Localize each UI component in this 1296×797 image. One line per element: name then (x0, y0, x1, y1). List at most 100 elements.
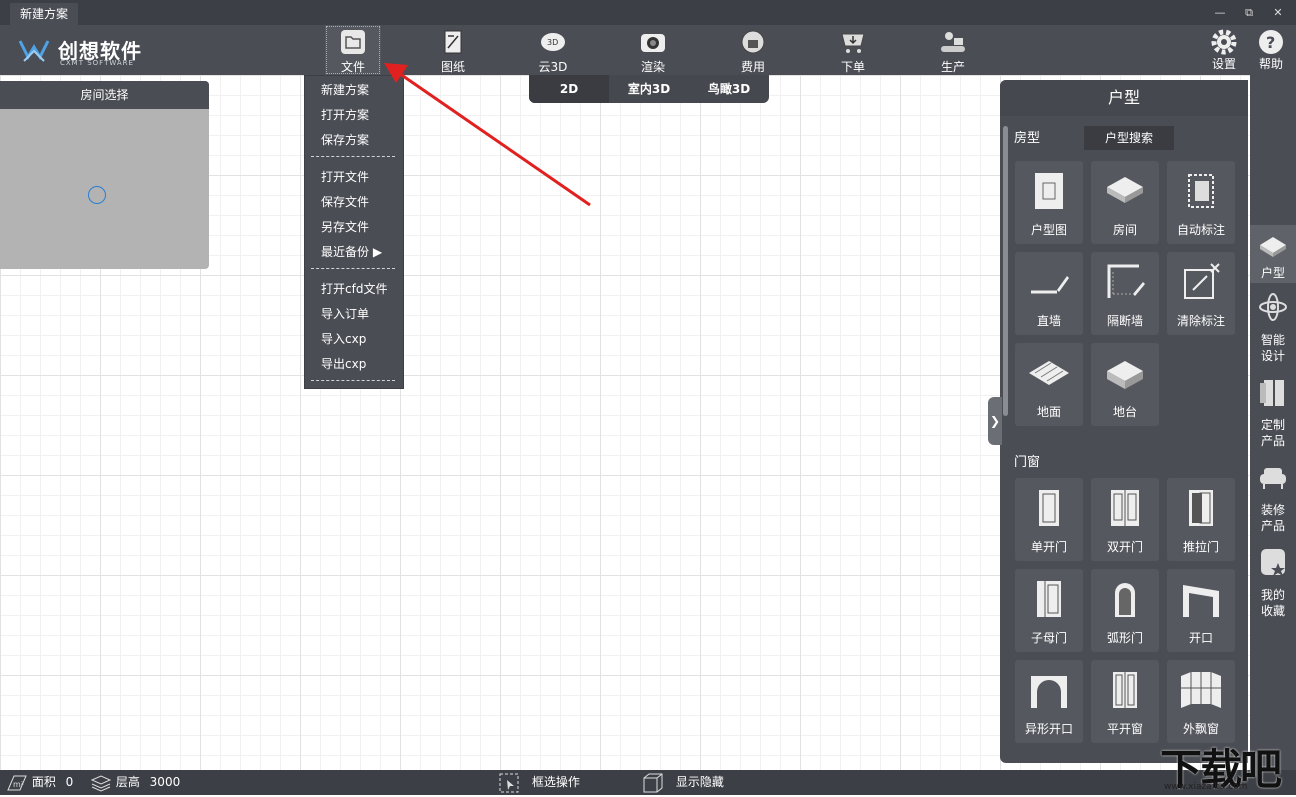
tab-interior-3d[interactable]: 室内3D (609, 75, 689, 103)
menu-save-as[interactable]: 另存文件 (321, 218, 369, 235)
area-indicator: m² 面积 0 (6, 770, 73, 795)
box-select-toggle[interactable]: 框选操作 (498, 770, 580, 795)
tile-auto-dimension[interactable]: 自动标注 (1167, 161, 1235, 244)
tile-partition-wall[interactable]: 隔断墙 (1091, 252, 1159, 335)
menu-export-cxp[interactable]: 导出cxp (321, 355, 366, 372)
title-bar: 新建方案 — ⧉ ✕ (0, 0, 1296, 25)
room-panel-title: 房间选择 (0, 81, 209, 109)
toolbar-render-button[interactable]: 渲染 (625, 25, 681, 75)
tile-floorplan[interactable]: 户型图 (1015, 161, 1083, 244)
tile-label: 隔断墙 (1106, 314, 1143, 328)
svg-text:m²: m² (13, 780, 24, 789)
svg-text:?: ? (1266, 33, 1275, 52)
clear-dimension-icon (1184, 263, 1220, 299)
menu-import-cxp[interactable]: 导入cxp (321, 330, 366, 347)
auto-dimension-icon (1188, 174, 1214, 208)
panel-scrollbar[interactable] (1003, 126, 1008, 416)
document-tab[interactable]: 新建方案 (10, 3, 79, 25)
sidebar-label: 户型 (1260, 266, 1285, 280)
sidebar-item-favorites[interactable]: 我的 收藏 (1250, 545, 1296, 620)
area-value: 0 (65, 775, 74, 789)
favorites-icon (1261, 549, 1285, 576)
tile-single-door[interactable]: 单开门 (1015, 478, 1083, 561)
menu-save-file[interactable]: 保存文件 (321, 193, 369, 210)
tile-sliding-door[interactable]: 推拉门 (1167, 478, 1235, 561)
cost-icon (741, 30, 765, 54)
cube-icon (643, 773, 663, 792)
double-door-icon (1111, 490, 1139, 526)
logo-subtitle: CXMT SOFTWARE (60, 59, 134, 67)
straight-wall-icon (1031, 276, 1069, 294)
mother-son-door-icon (1037, 581, 1061, 617)
arched-door-icon (1115, 583, 1135, 617)
tile-room[interactable]: 房间 (1091, 161, 1159, 244)
single-door-icon (1039, 490, 1059, 526)
section-doors-windows: 门窗 (1014, 455, 1041, 470)
tile-double-door[interactable]: 双开门 (1091, 478, 1159, 561)
room-selection-panel: 房间选择 (0, 81, 209, 269)
tile-bay-window[interactable]: 外飘窗 (1167, 660, 1235, 743)
house-type-icon (1260, 237, 1286, 257)
sidebar-item-smart-design[interactable]: 智能 设计 (1250, 290, 1296, 365)
tile-label: 单开门 (1030, 540, 1067, 554)
height-value[interactable]: 3000 (150, 775, 181, 789)
tile-label: 子母门 (1030, 631, 1067, 645)
tile-arched-door[interactable]: 弧形门 (1091, 569, 1159, 652)
menu-new-scheme[interactable]: 新建方案 (321, 81, 369, 98)
watermark-url: www.xiazaiba.com (1164, 782, 1248, 792)
sidebar-item-house-type[interactable]: 户型 (1250, 225, 1296, 283)
close-button[interactable]: ✕ (1268, 3, 1288, 23)
area-icon: m² (7, 775, 27, 790)
menu-save-scheme[interactable]: 保存方案 (321, 131, 369, 148)
tile-straight-wall[interactable]: 直墙 (1015, 252, 1083, 335)
tile-label: 房间 (1112, 223, 1137, 237)
tab-aerial-3d[interactable]: 鸟瞰3D (689, 75, 769, 103)
sidebar-label: 装修 产品 (1260, 503, 1285, 533)
sofa-icon (1260, 468, 1286, 489)
toolbar-file-button[interactable]: 文件 (325, 25, 381, 75)
tile-floor[interactable]: 地面 (1015, 343, 1083, 426)
right-sidebar: 户型 智能 设计 定制 产品 装修 产品 我的 收藏 (1250, 75, 1296, 770)
menu-recent-backup[interactable]: 最近备份 ▶ (321, 243, 382, 260)
menu-open-cfd[interactable]: 打开cfd文件 (321, 280, 387, 297)
collapse-panel-button[interactable]: ❯ (988, 397, 1002, 445)
menu-open-scheme[interactable]: 打开方案 (321, 106, 369, 123)
toolbar-order-button[interactable]: 下单 (825, 25, 881, 75)
floorplan-search-button[interactable]: 户型搜索 (1084, 126, 1174, 150)
tile-label: 双开门 (1106, 540, 1143, 554)
toolbar-label: 费用 (740, 60, 765, 74)
opening-icon (1183, 585, 1219, 617)
toolbar-cost-button[interactable]: 费用 (725, 25, 781, 75)
menu-open-file[interactable]: 打开文件 (321, 168, 369, 185)
sidebar-item-decoration-product[interactable]: 装修 产品 (1250, 460, 1296, 535)
tile-label: 外飘窗 (1182, 722, 1219, 736)
toolbar-label: 文件 (340, 60, 365, 74)
tile-casement-window[interactable]: 平开窗 (1091, 660, 1159, 743)
menu-import-order[interactable]: 导入订单 (321, 305, 369, 322)
tile-platform[interactable]: 地台 (1091, 343, 1159, 426)
settings-button[interactable]: 设置 (1196, 25, 1252, 75)
toolbar-label: 下单 (840, 60, 865, 74)
order-cart-icon (841, 33, 865, 53)
tile-clear-dimension[interactable]: 清除标注 (1167, 252, 1235, 335)
room-marker-icon[interactable] (88, 186, 106, 204)
minimize-button[interactable]: — (1210, 3, 1230, 23)
toolbar-production-button[interactable]: 生产 (925, 25, 981, 75)
help-label: 帮助 (1258, 57, 1283, 71)
tile-custom-opening[interactable]: 异形开口 (1015, 660, 1083, 743)
tile-label: 清除标注 (1176, 314, 1225, 328)
tile-label: 弧形门 (1106, 631, 1143, 645)
tile-label: 地面 (1036, 405, 1061, 419)
tile-label: 户型图 (1030, 223, 1067, 237)
tile-mother-son-door[interactable]: 子母门 (1015, 569, 1083, 652)
help-button[interactable]: ? 帮助 (1246, 25, 1296, 75)
tile-label: 开口 (1188, 631, 1213, 645)
sidebar-item-custom-product[interactable]: 定制 产品 (1250, 375, 1296, 450)
tile-opening[interactable]: 开口 (1167, 569, 1235, 652)
show-hide-toggle[interactable]: 显示隐藏 (642, 770, 724, 795)
section-floorplan: 房型 (1014, 131, 1041, 146)
toolbar-label: 生产 (940, 60, 965, 74)
restore-button[interactable]: ⧉ (1239, 3, 1259, 23)
house-type-panel: 户型 房型 户型搜索 户型图 房间 自动标注 直墙 隔断墙 清除标注 地面 地台… (1000, 80, 1248, 763)
bay-window-icon (1181, 672, 1221, 708)
